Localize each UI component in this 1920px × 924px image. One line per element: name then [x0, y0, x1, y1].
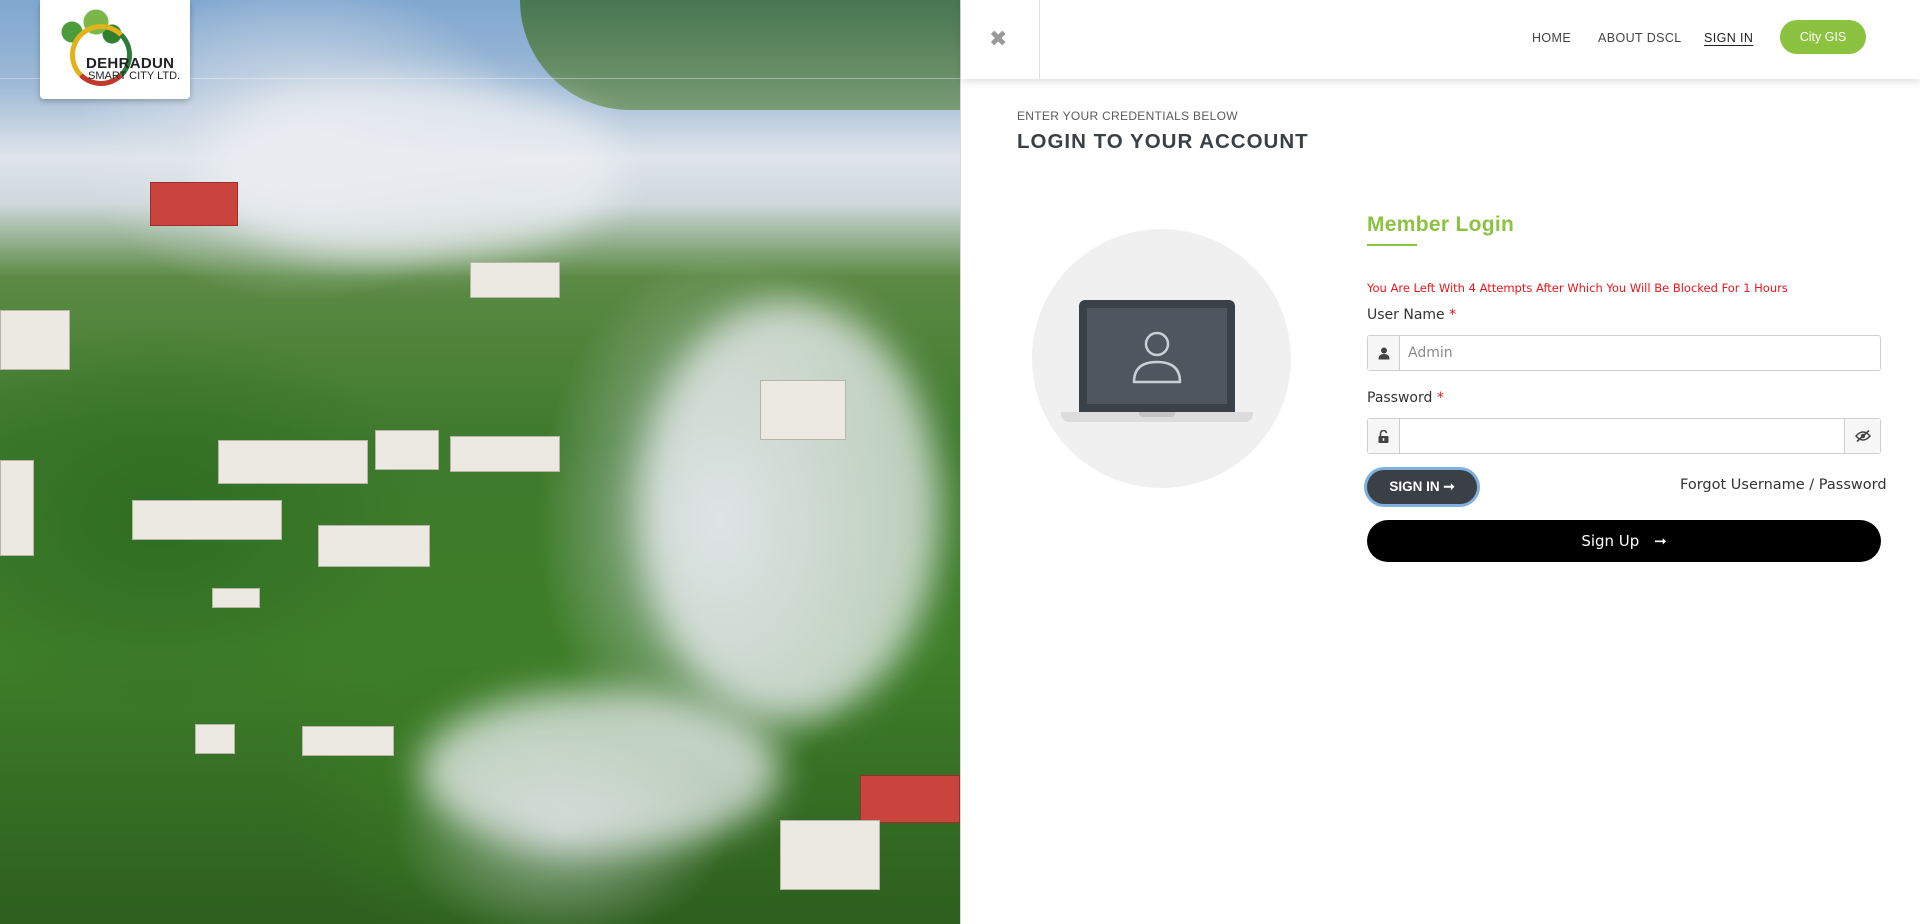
- close-icon[interactable]: ✖: [989, 27, 1007, 53]
- hero-house: [195, 724, 235, 754]
- hero-fog: [640, 300, 940, 720]
- hero-house: [760, 380, 846, 440]
- required-mark: *: [1436, 390, 1444, 406]
- credentials-subtitle: ENTER YOUR CREDENTIALS BELOW: [1017, 109, 1238, 123]
- eye-slash-icon-svg: [1854, 430, 1871, 442]
- login-panel: ✖ HOME ABOUT DSCL SIGN IN City GIS ENTER…: [960, 0, 1920, 924]
- hero-house: [218, 440, 368, 484]
- hero-house: [780, 820, 880, 890]
- sign-in-button-label: SIGN IN: [1389, 479, 1440, 494]
- hero-house: [470, 262, 560, 298]
- required-mark: *: [1449, 307, 1457, 323]
- hero-fog: [420, 690, 780, 850]
- hero-house: [0, 460, 34, 556]
- attempts-warning: You Are Left With 4 Attempts After Which…: [1367, 281, 1788, 295]
- user-avatar-icon: [1132, 331, 1182, 384]
- sign-up-button[interactable]: Sign Up ➞: [1367, 520, 1881, 562]
- hero-house: [860, 775, 960, 823]
- forgot-credentials-link[interactable]: Forgot Username / Password: [1680, 477, 1887, 493]
- user-icon-svg: [1378, 347, 1389, 359]
- hero-background-image: DEHRADUN SMART CITY LTD.: [0, 0, 960, 924]
- nav-home[interactable]: HOME: [1532, 31, 1571, 45]
- hero-fog: [200, 80, 620, 260]
- hero-house: [318, 525, 430, 567]
- hero-house: [450, 436, 560, 472]
- sign-in-button[interactable]: SIGN IN ➞: [1367, 470, 1477, 504]
- top-navbar: ✖ HOME ABOUT DSCL SIGN IN City GIS: [961, 0, 1920, 79]
- username-label: User Name *: [1367, 307, 1456, 323]
- arrow-right-icon: ➞: [1443, 479, 1455, 494]
- user-icon: [1368, 336, 1400, 370]
- nav-about-dscl[interactable]: ABOUT DSCL: [1598, 31, 1682, 45]
- hero-house: [375, 430, 439, 470]
- lock-icon-svg: [1378, 429, 1389, 443]
- hero-ridge: [520, 0, 960, 110]
- hero-house: [150, 182, 238, 226]
- dscl-logo[interactable]: DEHRADUN SMART CITY LTD.: [40, 0, 190, 99]
- password-input-group: [1367, 418, 1881, 454]
- lock-icon: [1368, 419, 1400, 453]
- eye-slash-icon[interactable]: [1844, 419, 1880, 453]
- password-input[interactable]: [1400, 419, 1844, 453]
- username-label-text: User Name: [1367, 307, 1445, 323]
- city-gis-button[interactable]: City GIS: [1780, 20, 1866, 54]
- nav-sign-in[interactable]: SIGN IN: [1704, 31, 1753, 45]
- hero-house: [302, 726, 394, 756]
- laptop-notch: [1139, 412, 1175, 417]
- page-title: LOGIN TO YOUR ACCOUNT: [1017, 130, 1309, 153]
- laptop-screen: [1087, 308, 1227, 404]
- heading-underline: [1367, 244, 1417, 246]
- member-login-heading: Member Login: [1367, 213, 1515, 236]
- hero-house: [0, 310, 70, 370]
- hero-house: [132, 500, 282, 540]
- username-input-group: [1367, 335, 1881, 371]
- navbar-divider: [1039, 0, 1040, 79]
- sign-up-button-label: Sign Up: [1581, 532, 1640, 550]
- arrow-right-icon: ➞: [1654, 532, 1667, 550]
- laptop-base: [1061, 412, 1253, 422]
- laptop-icon: [1079, 300, 1235, 412]
- password-label-text: Password: [1367, 390, 1433, 406]
- logo-text-line2: SMART CITY LTD.: [88, 70, 181, 82]
- username-input[interactable]: [1400, 336, 1880, 370]
- hero-house: [212, 588, 260, 608]
- password-label: Password *: [1367, 390, 1444, 406]
